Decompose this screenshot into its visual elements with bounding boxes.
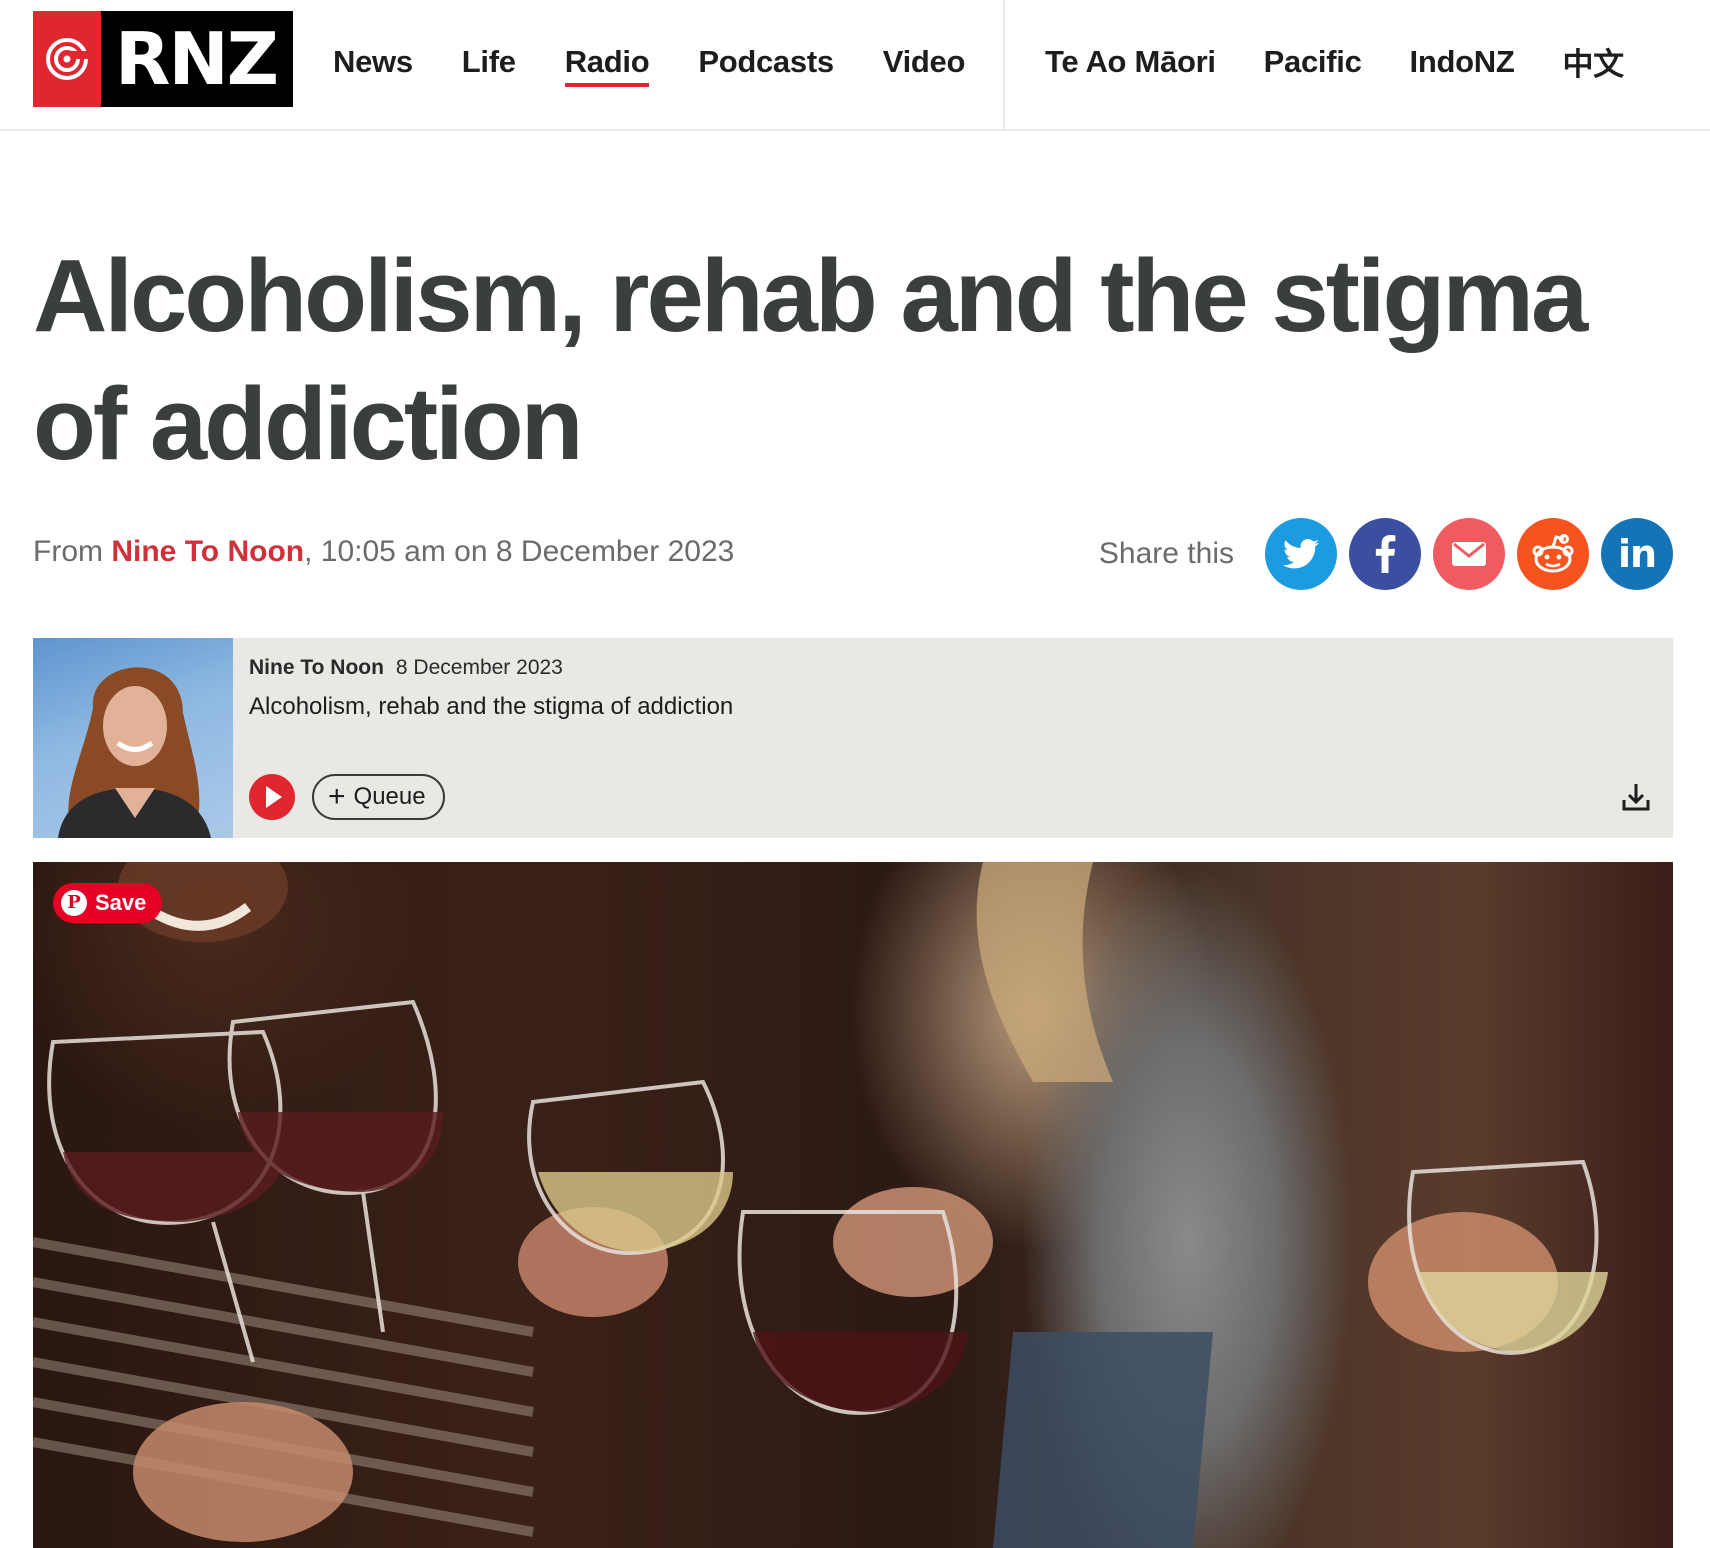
presenter-photo	[33, 638, 233, 838]
share-reddit-button[interactable]	[1517, 518, 1589, 590]
nav-podcasts[interactable]: Podcasts	[698, 44, 834, 80]
queue-label: Queue	[353, 783, 426, 810]
nav-life[interactable]: Life	[462, 44, 516, 80]
email-icon	[1452, 542, 1486, 566]
plus-icon: +	[328, 780, 346, 813]
share-twitter-button[interactable]	[1265, 518, 1337, 590]
player-title[interactable]: Alcoholism, rehab and the stigma of addi…	[249, 693, 733, 721]
nav-radio[interactable]: Radio	[564, 44, 650, 87]
rnz-logo[interactable]: RNZ	[33, 11, 293, 107]
wine-glasses-photo	[33, 862, 1608, 1548]
nav-news[interactable]: News	[333, 44, 413, 80]
nav-divider	[1003, 0, 1005, 129]
queue-button[interactable]: + Queue	[312, 774, 445, 820]
download-icon[interactable]	[1619, 780, 1653, 814]
share-email-button[interactable]	[1433, 518, 1505, 590]
reddit-icon	[1532, 534, 1574, 573]
nav-video[interactable]: Video	[883, 44, 966, 80]
player-programme[interactable]: Nine To Noon	[249, 656, 384, 679]
share-bar: Share this in	[1099, 518, 1673, 590]
byline-datetime: , 10:05 am on 8 December 2023	[304, 535, 735, 568]
share-facebook-button[interactable]	[1349, 518, 1421, 590]
player-meta: Nine To Noon 8 December 2023	[249, 656, 563, 680]
save-label: Save	[95, 890, 147, 915]
nav-te-ao-maori[interactable]: Te Ao Māori	[1045, 44, 1216, 80]
article-byline: From Nine To Noon, 10:05 am on 8 Decembe…	[33, 535, 734, 569]
byline-from: From	[33, 535, 103, 568]
pinterest-save-button[interactable]: P Save	[53, 883, 163, 923]
secondary-nav: Te Ao Māori Pacific IndoNZ 中文	[1045, 0, 1672, 123]
byline-programme-link[interactable]: Nine To Noon	[111, 535, 304, 568]
rnz-logo-mark-icon	[33, 11, 101, 107]
play-button[interactable]	[249, 774, 295, 820]
nav-chinese[interactable]: 中文	[1562, 39, 1624, 84]
share-linkedin-button[interactable]: in	[1601, 518, 1673, 590]
player-date: 8 December 2023	[395, 656, 563, 679]
primary-nav: News Life Radio Podcasts Video	[333, 0, 1014, 123]
nav-indonz[interactable]: IndoNZ	[1410, 44, 1515, 80]
rnz-logo-text: RNZ	[101, 11, 293, 107]
hero-image: P Save	[33, 862, 1673, 1548]
pinterest-icon: P	[61, 890, 87, 916]
nav-pacific[interactable]: Pacific	[1264, 44, 1362, 80]
audio-player: Nine To Noon 8 December 2023 Alcoholism, …	[33, 638, 1673, 838]
twitter-icon	[1283, 539, 1319, 569]
article-title: Alcoholism, rehab and the stigma of addi…	[33, 238, 1588, 481]
site-header: RNZ News Life Radio Podcasts Video Te Ao…	[0, 0, 1710, 131]
share-label: Share this	[1098, 537, 1234, 570]
linkedin-icon: in	[1617, 532, 1657, 576]
facebook-icon	[1375, 535, 1396, 573]
